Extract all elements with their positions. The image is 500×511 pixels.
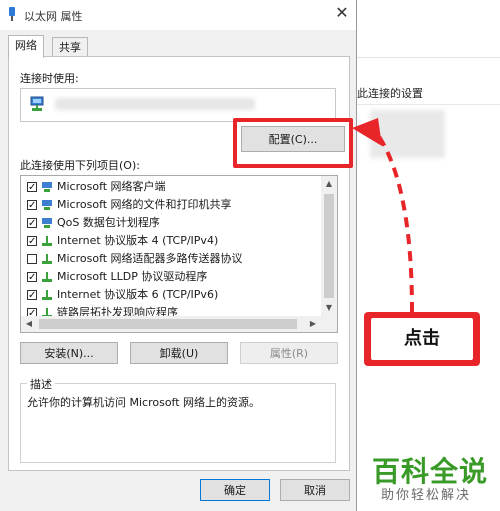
- checkbox[interactable]: [27, 233, 37, 251]
- properties-button[interactable]: 属性(R): [240, 342, 338, 364]
- list-item-label: Microsoft 网络的文件和打印机共享: [57, 198, 232, 211]
- vertical-scroll-thumb[interactable]: [324, 194, 334, 298]
- network-client-icon: [42, 218, 52, 228]
- background-blurred-area: [370, 110, 445, 158]
- checkbox[interactable]: [27, 269, 37, 287]
- checkbox[interactable]: [27, 287, 37, 305]
- background-settings-text: 此连接的设置: [357, 87, 423, 100]
- title-bar: 以太网 属性 ✕: [0, 0, 356, 30]
- uninstall-button[interactable]: 卸载(U): [130, 342, 228, 364]
- background-window: [355, 0, 500, 511]
- cancel-button[interactable]: 取消: [280, 479, 350, 501]
- callout-text: 点击: [371, 318, 473, 360]
- connect-using-label: 连接时使用:: [20, 72, 79, 85]
- network-adapter-icon: [30, 96, 44, 111]
- checkbox[interactable]: [27, 197, 37, 215]
- checkbox[interactable]: [27, 215, 37, 233]
- items-label: 此连接使用下列项目(O):: [20, 159, 140, 172]
- network-client-icon: [42, 200, 52, 210]
- description-title: 描述: [27, 376, 55, 392]
- scroll-right-icon[interactable]: ▶: [305, 316, 321, 332]
- checkbox[interactable]: [27, 179, 37, 197]
- list-item-label: Internet 协议版本 4 (TCP/IPv4): [57, 234, 219, 247]
- window-title: 以太网 属性: [24, 10, 83, 23]
- scroll-left-icon[interactable]: ◀: [21, 316, 37, 332]
- properties-dialog: 以太网 属性 ✕ 网络 共享 连接时使用: 配置(C)... 此连接使用下列项目…: [0, 0, 357, 511]
- close-icon[interactable]: ✕: [332, 3, 352, 23]
- scroll-up-icon[interactable]: ▲: [321, 176, 337, 192]
- adapter-field: [20, 88, 336, 122]
- list-item-label: Internet 协议版本 6 (TCP/IPv6): [57, 288, 219, 301]
- ok-button[interactable]: 确定: [200, 479, 270, 501]
- description-text: 允许你的计算机访问 Microsoft 网络上的资源。: [27, 396, 261, 409]
- protocol-icon: [42, 290, 52, 300]
- scrollbar-corner: [321, 316, 337, 332]
- background-divider-2: [355, 104, 500, 105]
- components-list[interactable]: Microsoft 网络客户端 Microsoft 网络的文件和打印机共享 Qo…: [20, 175, 338, 333]
- vertical-scrollbar[interactable]: ▲ ▼: [321, 176, 337, 316]
- list-item-label: Microsoft 网络客户端: [57, 180, 166, 193]
- background-divider: [355, 57, 500, 58]
- scroll-down-icon[interactable]: ▼: [321, 300, 337, 316]
- list-item-label: Microsoft 网络适配器多路传送器协议: [57, 252, 243, 265]
- ethernet-icon: [9, 7, 15, 21]
- protocol-icon: [42, 254, 52, 264]
- install-button[interactable]: 安装(N)...: [20, 342, 118, 364]
- adapter-name-blurred: [55, 98, 255, 110]
- annotation-highlight-box: [233, 118, 353, 168]
- description-group: 描述 允许你的计算机访问 Microsoft 网络上的资源。: [20, 376, 336, 463]
- network-client-icon: [42, 182, 52, 192]
- protocol-icon: [42, 236, 52, 246]
- checkbox[interactable]: [27, 254, 37, 264]
- list-item-label: Microsoft LLDP 协议驱动程序: [57, 270, 208, 283]
- tab-sharing[interactable]: 共享: [52, 37, 88, 58]
- horizontal-scrollbar[interactable]: ◀ ▶: [21, 316, 321, 332]
- annotation-callout: 点击: [364, 312, 480, 366]
- protocol-icon: [42, 272, 52, 282]
- list-item-label: QoS 数据包计划程序: [57, 216, 160, 229]
- horizontal-scroll-thumb[interactable]: [39, 319, 297, 329]
- tab-network[interactable]: 网络: [8, 35, 44, 58]
- watermark-slogan: 助你轻松解决: [381, 488, 472, 503]
